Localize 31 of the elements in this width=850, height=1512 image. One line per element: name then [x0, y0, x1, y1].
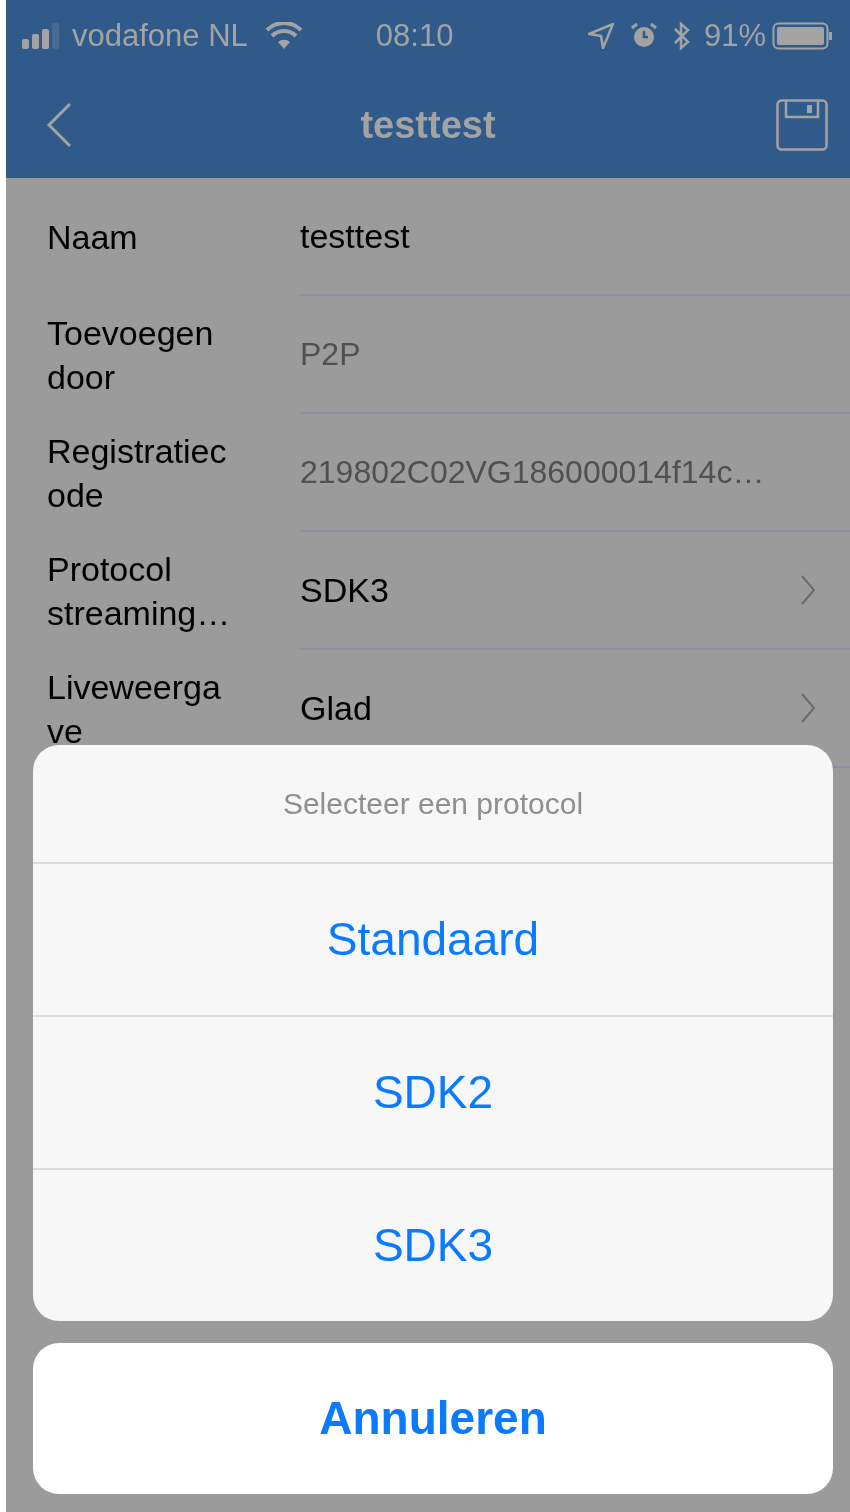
field-value: 219802C02VG186000014f14c…	[300, 453, 766, 492]
signal-icon	[22, 23, 62, 49]
battery-percent: 91%	[703, 16, 766, 55]
bluetooth-icon	[671, 21, 692, 51]
carrier-name: vodafone NL	[72, 16, 248, 55]
clock-time: 08:10	[375, 16, 454, 55]
field-label: Toevoegen door	[46, 313, 215, 398]
protocol-option[interactable]: SDK3	[33, 1168, 833, 1321]
field-label: Liveweerga ve	[46, 667, 222, 752]
field-label: Protocol streaming…	[46, 549, 232, 634]
back-icon	[46, 102, 72, 148]
picker-row[interactable]: Protocol streaming… SDK3	[6, 532, 850, 650]
save-button[interactable]	[776, 99, 828, 151]
protocol-option[interactable]: SDK2	[33, 1015, 833, 1168]
field-value: Glad	[300, 687, 373, 729]
cancel-button[interactable]: Annuleren	[33, 1343, 833, 1494]
field-label: Naam	[46, 217, 139, 258]
save-icon	[776, 99, 828, 151]
alarm-icon	[629, 22, 658, 50]
chevron-icon	[800, 574, 816, 606]
screen-title: testtest	[359, 102, 497, 148]
field-value: P2P	[300, 335, 362, 374]
field-value: testtest	[300, 215, 411, 257]
sheet-title: Selecteer een protocol	[282, 786, 584, 822]
protocol-option[interactable]: Standaard	[33, 862, 833, 1015]
field-label: Registratiec ode	[46, 431, 228, 516]
location-arrow-icon	[587, 23, 614, 49]
field-value: SDK3	[300, 569, 390, 611]
chevron-icon	[800, 692, 816, 724]
wifi-icon	[265, 22, 302, 50]
battery-icon	[772, 22, 834, 50]
